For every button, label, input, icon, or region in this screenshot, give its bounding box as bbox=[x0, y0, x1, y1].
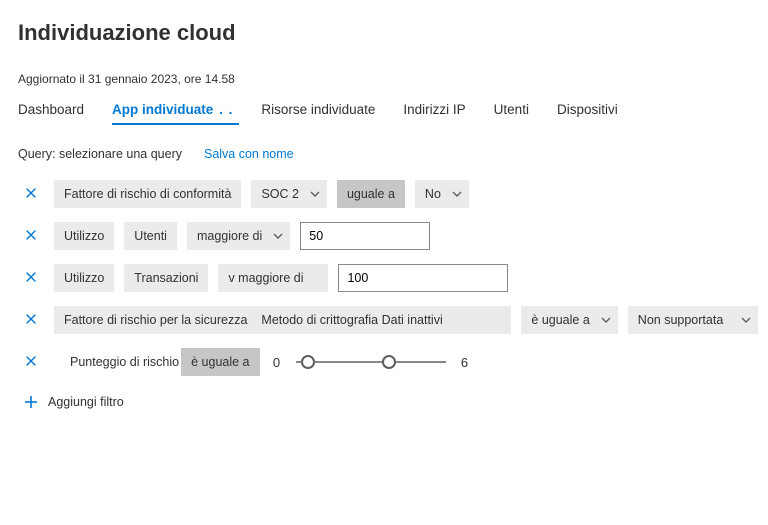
chevron-down-icon bbox=[309, 188, 321, 200]
remove-filter-button[interactable] bbox=[24, 354, 40, 370]
tab-overflow-dots: . . bbox=[219, 102, 233, 117]
tab-label: App individuate bbox=[112, 102, 213, 117]
filter-field[interactable]: Utilizzo bbox=[54, 222, 114, 250]
filter-subfield[interactable]: Transazioni bbox=[124, 264, 208, 292]
remove-filter-button[interactable] bbox=[24, 312, 40, 328]
filter-row-usage-transactions: Utilizzo Transazioni v maggiore di bbox=[18, 263, 750, 293]
filter-row-security-risk: Fattore di rischio per la sicurezza Meto… bbox=[18, 305, 750, 335]
filter-row-compliance: Fattore di rischio di conformità SOC 2 u… bbox=[18, 179, 750, 209]
chevron-down-icon bbox=[451, 188, 463, 200]
tab-devices[interactable]: Dispositivi bbox=[557, 96, 618, 125]
filter-value-label: No bbox=[425, 187, 441, 201]
filter-field[interactable]: Fattore di rischio per la sicurezza bbox=[54, 306, 251, 334]
filter-subfield-label: SOC 2 bbox=[261, 187, 299, 201]
tab-ip-addresses[interactable]: Indirizzi IP bbox=[403, 96, 465, 125]
tab-dashboard[interactable]: Dashboard bbox=[18, 96, 84, 125]
query-selector[interactable]: Query: selezionare una query bbox=[18, 147, 182, 161]
add-filter-label: Aggiungi filtro bbox=[48, 395, 124, 409]
plus-icon bbox=[24, 395, 38, 409]
filter-value-label: Non supportata bbox=[638, 313, 723, 327]
tab-discovered-apps[interactable]: App individuate . . bbox=[112, 96, 233, 125]
save-as-label: Salva con nome bbox=[204, 147, 294, 161]
filter-field[interactable]: Utilizzo bbox=[54, 264, 114, 292]
filter-operator-select[interactable]: maggiore di bbox=[187, 222, 290, 250]
chevron-down-icon bbox=[600, 314, 612, 326]
filter-row-risk-score: Punteggio di rischio è uguale a 0 6 bbox=[18, 347, 750, 377]
filter-field[interactable]: Fattore di rischio di conformità bbox=[54, 180, 241, 208]
updated-timestamp: Aggiornato il 31 gennaio 2023, ore 14.58 bbox=[18, 54, 750, 96]
filter-operator[interactable]: è uguale a bbox=[181, 348, 259, 376]
filter-value-select[interactable]: No bbox=[415, 180, 469, 208]
slider-thumb-min[interactable] bbox=[301, 355, 315, 369]
filter-operator-select[interactable]: è uguale a bbox=[521, 306, 617, 334]
filter-operator[interactable]: uguale a bbox=[337, 180, 405, 208]
save-as-button[interactable]: Salva con nome bbox=[198, 147, 294, 161]
filter-operator-label: maggiore di bbox=[197, 229, 262, 243]
page-title: Individuazione cloud bbox=[18, 0, 750, 54]
risk-score-slider[interactable]: 0 6 bbox=[270, 350, 472, 374]
chevron-down-icon bbox=[740, 314, 752, 326]
slider-thumb-max[interactable] bbox=[382, 355, 396, 369]
filter-subfield[interactable]: Metodo di crittografia Dati inattivi bbox=[251, 306, 511, 334]
remove-filter-button[interactable] bbox=[24, 186, 40, 202]
filter-subfield[interactable]: Utenti bbox=[124, 222, 177, 250]
tab-discovered-resources[interactable]: Risorse individuate bbox=[261, 96, 375, 125]
filter-row-usage-users: Utilizzo Utenti maggiore di bbox=[18, 221, 750, 251]
filter-subfield-select[interactable]: SOC 2 bbox=[251, 180, 327, 208]
add-filter-button[interactable]: Aggiungi filtro bbox=[24, 395, 750, 409]
filter-value-input[interactable] bbox=[338, 264, 508, 292]
remove-filter-button[interactable] bbox=[24, 270, 40, 286]
slider-track[interactable] bbox=[296, 350, 446, 374]
tabs-bar: Dashboard App individuate . . Risorse in… bbox=[18, 96, 750, 125]
filter-value-select[interactable]: Non supportata bbox=[628, 306, 758, 334]
slider-min-value: 0 bbox=[270, 355, 284, 370]
slider-max-value: 6 bbox=[458, 355, 472, 370]
filter-value-input[interactable] bbox=[300, 222, 430, 250]
tab-users[interactable]: Utenti bbox=[494, 96, 529, 125]
filter-operator-label: è uguale a bbox=[531, 313, 589, 327]
filter-operator[interactable]: v maggiore di bbox=[218, 264, 328, 292]
chevron-down-icon bbox=[272, 230, 284, 242]
query-bar: Query: selezionare una query Salva con n… bbox=[18, 147, 750, 161]
filter-field[interactable]: Punteggio di rischio bbox=[54, 348, 189, 376]
remove-filter-button[interactable] bbox=[24, 228, 40, 244]
